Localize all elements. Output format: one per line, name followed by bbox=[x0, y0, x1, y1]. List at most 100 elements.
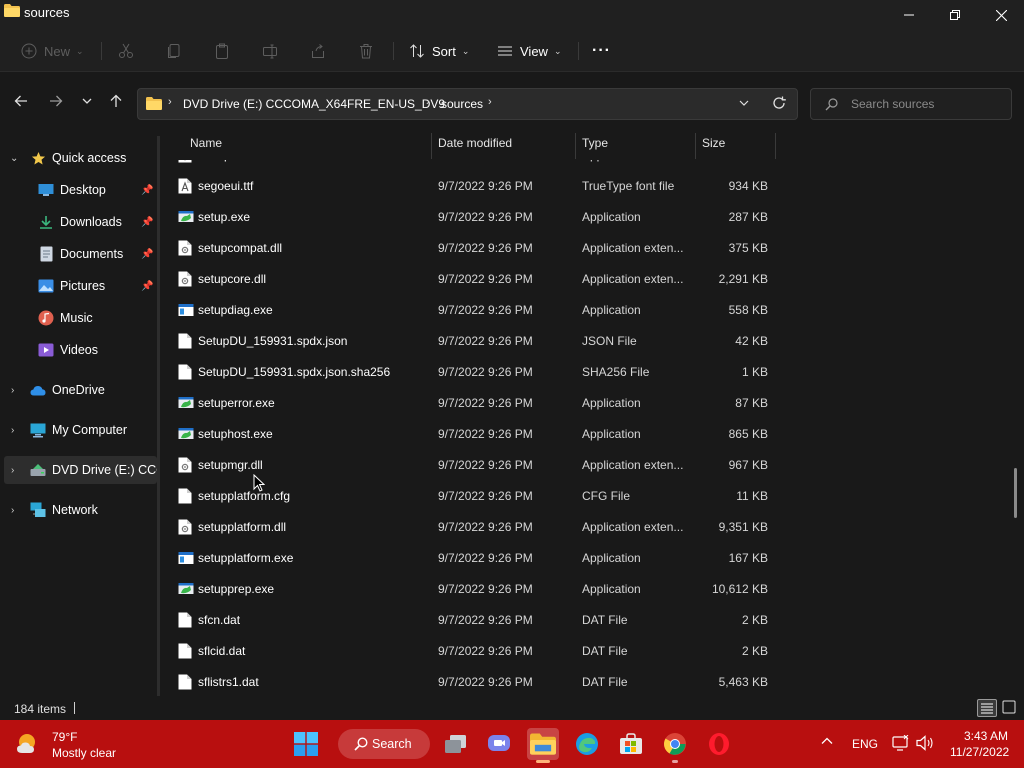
teams-chat-button[interactable] bbox=[483, 728, 515, 760]
refresh-button[interactable] bbox=[772, 96, 788, 112]
store-button[interactable] bbox=[615, 728, 647, 760]
file-row[interactable]: setupcompat.dll 9/7/2022 9:26 PM Applicati… bbox=[160, 233, 780, 264]
clock-date[interactable]: 11/27/2022 bbox=[950, 745, 1009, 759]
column-header-size[interactable]: Size bbox=[702, 136, 725, 150]
opera-button[interactable] bbox=[703, 728, 735, 760]
file-name: SetupDU_159931.spdx.json bbox=[198, 334, 348, 348]
file-type: Application bbox=[582, 210, 641, 224]
nav-documents[interactable]: Documents 📌 bbox=[0, 240, 157, 268]
vertical-scrollbar[interactable] bbox=[1014, 468, 1017, 518]
file-row[interactable]: setupcore.dll 9/7/2022 9:26 PM Application… bbox=[160, 264, 780, 295]
back-button[interactable] bbox=[10, 90, 32, 112]
file-row[interactable]: setupplatform.dll 9/7/2022 9:26 PM Applica… bbox=[160, 512, 780, 543]
nav-desktop[interactable]: Desktop 📌 bbox=[0, 176, 157, 204]
start-button[interactable] bbox=[290, 728, 322, 760]
file-row[interactable]: setuperror.exe 9/7/2022 9:26 PM Applicatio… bbox=[160, 388, 780, 419]
forward-button[interactable] bbox=[45, 90, 67, 112]
close-button[interactable] bbox=[978, 0, 1024, 30]
edge-button[interactable] bbox=[571, 728, 603, 760]
up-button[interactable] bbox=[105, 90, 127, 112]
column-divider[interactable] bbox=[431, 133, 432, 159]
file-row[interactable]: segoeui.ttf 9/7/2022 9:26 PM TrueType font… bbox=[160, 171, 780, 202]
file-row[interactable]: SetupDU_159931.spdx.json 9/7/2022 9:26 PM… bbox=[160, 326, 780, 357]
weather-widget[interactable]: 79°F Mostly clear bbox=[16, 726, 156, 762]
task-view-button[interactable] bbox=[440, 728, 472, 760]
file-type: Application bbox=[582, 396, 641, 410]
column-divider[interactable] bbox=[575, 133, 576, 159]
toolbar-divider bbox=[101, 42, 102, 60]
address-history-button[interactable] bbox=[738, 97, 754, 113]
sort-button[interactable]: Sort ⌄ bbox=[408, 39, 469, 63]
breadcrumb-drive[interactable]: DVD Drive (E:) CCCOMA_X64FRE_EN-US_DV9 bbox=[183, 97, 445, 111]
show-hidden-icons-button[interactable] bbox=[820, 734, 840, 754]
minimize-button[interactable] bbox=[886, 0, 932, 30]
nav-pictures[interactable]: Pictures 📌 bbox=[0, 272, 157, 300]
file-type: Application exten... bbox=[582, 272, 684, 286]
details-view-button[interactable] bbox=[977, 699, 997, 717]
nav-onedrive[interactable]: › OneDrive bbox=[0, 376, 157, 404]
nav-my-computer[interactable]: › My Computer bbox=[0, 416, 157, 444]
nav-quick-access[interactable]: ⌄ Quick access bbox=[0, 144, 157, 172]
language-indicator[interactable]: ENG bbox=[852, 737, 878, 751]
nav-network[interactable]: › Network bbox=[0, 496, 157, 524]
chrome-button[interactable] bbox=[659, 728, 691, 763]
search-box[interactable]: Search sources bbox=[810, 88, 1012, 120]
file-type: Application exten... bbox=[582, 520, 684, 534]
navigation-pane: ⌄ Quick access Desktop 📌 Downloads 📌 Doc… bbox=[0, 136, 157, 696]
new-button[interactable]: New ⌄ bbox=[20, 39, 84, 63]
nav-label: Downloads bbox=[60, 215, 122, 229]
column-divider[interactable] bbox=[775, 133, 776, 159]
copy-button[interactable] bbox=[165, 39, 183, 63]
column-header-name[interactable]: Name bbox=[190, 136, 222, 150]
share-button[interactable] bbox=[309, 39, 327, 63]
file-type: DAT File bbox=[582, 644, 628, 658]
rename-button[interactable] bbox=[261, 39, 279, 63]
file-row[interactable]: SetupDU_159931.spdx.json.sha256 9/7/2022 … bbox=[160, 357, 780, 388]
restore-button[interactable] bbox=[932, 0, 978, 30]
file-row[interactable]: setupdiag.exe 9/7/2022 9:26 PM Application… bbox=[160, 295, 780, 326]
nav-music[interactable]: Music bbox=[0, 304, 157, 332]
setup-exe-icon bbox=[178, 581, 194, 597]
toolbar-divider bbox=[393, 42, 394, 60]
file-row[interactable]: sfcn.dat 9/7/2022 9:26 PM DAT File 2 KB bbox=[160, 605, 780, 636]
breadcrumb-folder[interactable]: sources bbox=[441, 97, 483, 111]
file-row[interactable]: sflcid.dat 9/7/2022 9:26 PM DAT File 2 KB bbox=[160, 636, 780, 667]
mouse-cursor-icon bbox=[253, 474, 265, 492]
document-icon bbox=[38, 246, 54, 262]
view-button[interactable]: View ⌄ bbox=[496, 39, 562, 63]
nav-videos[interactable]: Videos bbox=[0, 336, 157, 364]
column-divider[interactable] bbox=[695, 133, 696, 159]
address-bar[interactable]: › DVD Drive (E:) CCCOMA_X64FRE_EN-US_DV9… bbox=[137, 88, 798, 120]
cut-button[interactable] bbox=[117, 39, 135, 63]
system-tray-icons[interactable] bbox=[892, 734, 944, 754]
nav-downloads[interactable]: Downloads 📌 bbox=[0, 208, 157, 236]
clock-time[interactable]: 3:43 AM bbox=[964, 729, 1008, 743]
file-row[interactable]: setup.exe 9/7/2022 9:26 PM Application 287 … bbox=[160, 202, 780, 233]
taskbar-search-button[interactable]: Search bbox=[338, 729, 430, 759]
file-size: 2 KB bbox=[741, 613, 768, 627]
setup-exe-icon bbox=[178, 209, 194, 225]
refresh-icon bbox=[773, 96, 786, 109]
column-header-type[interactable]: Type bbox=[582, 136, 608, 150]
file-row[interactable]: setupplatform.exe 9/7/2022 9:26 PM Applica… bbox=[160, 543, 780, 574]
delete-button[interactable] bbox=[357, 39, 375, 63]
file-date-modified: 9/7/2022 9:26 PM bbox=[438, 396, 533, 410]
file-row[interactable]: sflistrs1.dat 9/7/2022 9:26 PM DAT File 5,4… bbox=[160, 667, 780, 696]
tiles-view-button[interactable] bbox=[1001, 699, 1019, 717]
more-options-button[interactable]: ··· bbox=[592, 39, 611, 63]
search-input[interactable]: Search sources bbox=[851, 97, 934, 111]
file-row[interactable]: setuphost.exe 9/7/2022 9:26 PM Application… bbox=[160, 419, 780, 450]
nav-label: Pictures bbox=[60, 279, 106, 293]
file-explorer-taskbar-button[interactable] bbox=[527, 728, 559, 763]
paste-button[interactable] bbox=[213, 39, 231, 63]
file-row[interactable]: setupprep.exe 9/7/2022 9:26 PM Application… bbox=[160, 574, 780, 605]
nav-label: Quick access bbox=[52, 151, 127, 165]
nav-dvd-drive[interactable]: › DVD Drive (E:) CCCOMA_X64FRE_EN-US_DV9 bbox=[4, 456, 157, 484]
recent-locations-button[interactable] bbox=[76, 90, 98, 112]
column-header-date[interactable]: Date modified bbox=[438, 136, 512, 150]
dll-icon bbox=[178, 271, 192, 287]
file-date-modified: 9/7/2022 9:26 PM bbox=[438, 334, 533, 348]
file-row[interactable]: sdbapiu.dll 9/7/2022 9:26 PM Application e… bbox=[160, 160, 780, 171]
file-type: Application exten... bbox=[582, 458, 684, 472]
chevron-right-icon: › bbox=[11, 424, 15, 436]
